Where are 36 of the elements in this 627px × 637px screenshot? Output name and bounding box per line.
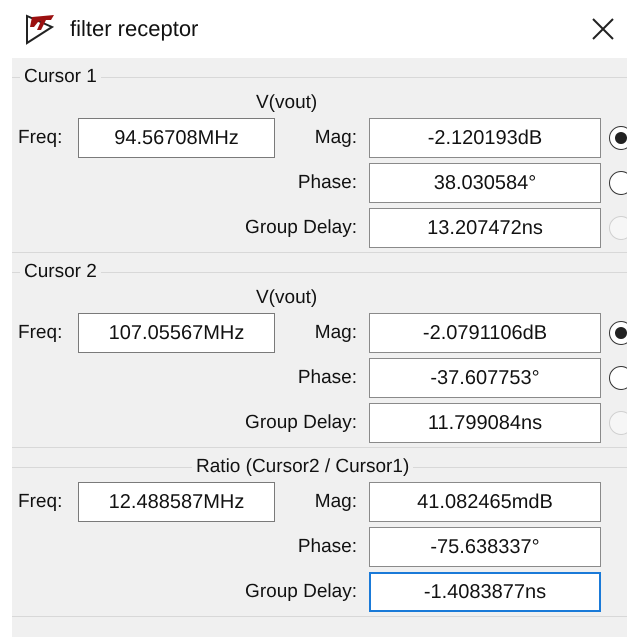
field-label: Phase: <box>296 536 358 558</box>
value-field[interactable]: -2.0791106dB <box>369 313 601 353</box>
value-field[interactable]: -75.638337° <box>369 527 601 567</box>
close-icon[interactable] <box>591 17 615 41</box>
group-title: Cursor 1 <box>23 66 98 88</box>
radio-button[interactable] <box>609 366 627 390</box>
freq-field[interactable]: 12.488587MHz <box>78 482 275 522</box>
value-field[interactable]: 41.082465mdB <box>369 482 601 522</box>
radio-button[interactable] <box>609 321 627 345</box>
field-label: Freq: <box>18 127 64 149</box>
radio-button[interactable] <box>609 126 627 150</box>
freq-field[interactable]: 107.05567MHz <box>78 313 275 353</box>
field-label: Freq: <box>18 322 64 344</box>
field-label: Group Delay: <box>244 581 358 603</box>
trace-name: V(vout) <box>255 92 318 115</box>
window-title: filter receptor <box>70 16 200 42</box>
freq-field[interactable]: 94.56708MHz <box>78 118 275 158</box>
field-label: Mag: <box>314 322 358 344</box>
field-label: Phase: <box>296 367 358 389</box>
value-field[interactable]: 38.030584° <box>369 163 601 203</box>
trace-name: V(vout) <box>255 287 318 310</box>
field-label: Freq: <box>18 491 64 513</box>
value-field[interactable]: 13.207472ns <box>369 208 601 248</box>
field-label: Phase: <box>296 172 358 194</box>
value-field[interactable]: -2.120193dB <box>369 118 601 158</box>
field-label: Mag: <box>314 127 358 149</box>
app-logo-icon <box>24 13 56 45</box>
value-field[interactable]: 11.799084ns <box>369 403 601 443</box>
value-field[interactable]: -37.607753° <box>369 358 601 398</box>
group-title: Cursor 2 <box>23 261 98 283</box>
field-label: Group Delay: <box>244 412 358 434</box>
field-label: Group Delay: <box>244 217 358 239</box>
field-label: Mag: <box>314 491 358 513</box>
radio-button[interactable] <box>609 171 627 195</box>
value-field[interactable]: -1.4083877ns <box>369 572 601 612</box>
group-title: Ratio (Cursor2 / Cursor1) <box>195 456 410 478</box>
